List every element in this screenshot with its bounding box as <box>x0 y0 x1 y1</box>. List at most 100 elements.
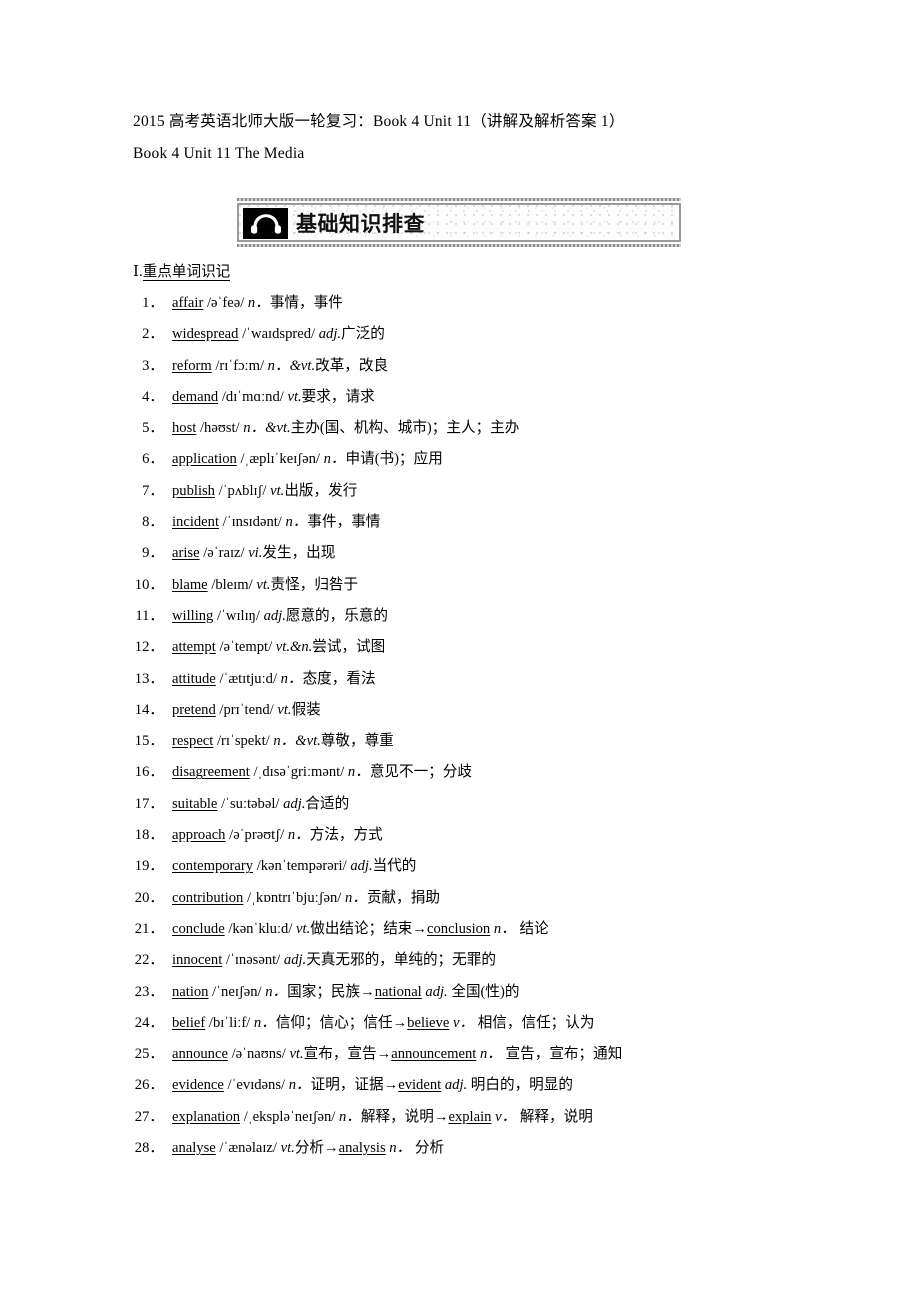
entry-part-of-speech: n． <box>287 827 310 844</box>
entry-body: nation /ˈneɪʃən/ n．国家；民族→national adj. 全… <box>172 977 519 1008</box>
vocabulary-entry: 22． innocent /ˈɪnəsənt/ adj.天真无邪的，单纯的；无罪的 <box>0 945 920 976</box>
vocabulary-entry: 15． respect /rɪˈspekt/ n．&vt.尊敬，尊重 <box>0 726 920 757</box>
entry-body: suitable /ˈsuːtəbəl/ adj.合适的 <box>172 789 349 820</box>
entry-meaning: 尊敬，尊重 <box>320 733 394 750</box>
entry-part-of-speech: vt. <box>270 482 285 499</box>
entry-number: 1． <box>142 295 164 311</box>
entry-number: 25． <box>134 1046 164 1063</box>
entry-word: attitude <box>172 670 216 687</box>
entry-number: 28． <box>134 1140 164 1157</box>
entry-meaning: 信仰；信心；信任 <box>275 1014 393 1031</box>
derived-word: analysis <box>338 1140 386 1157</box>
derived-word: believe <box>407 1014 450 1031</box>
entry-meaning: 要求，请求 <box>301 388 375 405</box>
entry-meaning: 天真无邪的，单纯的；无罪的 <box>306 952 496 969</box>
entry-part-of-speech: n． <box>247 295 270 311</box>
entry-body: host /həʊst/ n．&vt.主办(国、机构、城市)；主人；主办 <box>172 413 519 444</box>
entry-meaning: 国家；民族 <box>287 983 361 1000</box>
vocabulary-entry: 6． application /ˌæplɪˈkeɪʃən/ n．申请(书)；应用 <box>0 444 920 475</box>
entry-number: 26． <box>134 1077 164 1094</box>
entry-body: conclude /kənˈkluːd/ vt.做出结论；结束→conclusi… <box>172 914 549 945</box>
derived-word: national <box>374 983 422 1000</box>
entry-word: evidence <box>172 1077 224 1094</box>
entry-phonetic: /kənˈtempərəri/ <box>256 858 347 875</box>
entry-part-of-speech: n．&vt. <box>243 420 291 437</box>
derived-part-of-speech: n． <box>479 1046 502 1063</box>
entry-body: attitude /ˈætɪtjuːd/ n．态度，看法 <box>172 664 376 695</box>
entry-meaning: 主办(国、机构、城市)；主人；主办 <box>290 420 520 437</box>
derived-word: explain <box>448 1108 492 1125</box>
vocabulary-entry: 1． affair /əˈfeə/ n．事情，事件 <box>0 288 920 319</box>
derivation-arrow-icon: → <box>412 920 427 937</box>
section-heading: Ⅰ.重点单词识记 <box>133 262 231 282</box>
entry-word: announce <box>172 1046 228 1063</box>
entry-phonetic: /ˈɪnəsənt/ <box>225 952 281 969</box>
entry-body: attempt /əˈtempt/ vt.&n.尝试，试图 <box>172 632 385 663</box>
entry-part-of-speech: adj. <box>318 326 342 343</box>
entry-phonetic: /ˈsuːtəbəl/ <box>221 795 280 812</box>
entry-word: willing <box>172 607 214 624</box>
entry-number: 23． <box>134 983 164 1000</box>
entry-part-of-speech: adj. <box>283 952 307 969</box>
entry-body: analyse /ˈænəlaɪz/ vt.分析→analysis n． 分析 <box>172 1133 444 1164</box>
entry-number: 4． <box>142 388 164 405</box>
entry-number: 10． <box>134 576 164 593</box>
entry-meaning: 愿意的，乐意的 <box>285 607 389 624</box>
entry-part-of-speech: n． <box>323 451 346 468</box>
entry-body: affair /əˈfeə/ n．事情，事件 <box>172 288 343 319</box>
vocabulary-entry: 27． explanation /ˌekspləˈneɪʃən/ n．解释，说明→… <box>0 1102 920 1133</box>
vocabulary-entry: 24． belief /bɪˈliːf/ n．信仰；信心；信任→believe v… <box>0 1008 920 1039</box>
derived-meaning: 宣告，宣布；通知 <box>505 1046 623 1063</box>
vocabulary-entry: 13． attitude /ˈætɪtjuːd/ n．态度，看法 <box>0 664 920 695</box>
entry-phonetic: /ˌekspləˈneɪʃən/ <box>243 1108 336 1125</box>
entry-phonetic: /ˈɪnsɪdənt/ <box>222 514 282 531</box>
section-banner: 基础知识排查 <box>237 203 681 242</box>
entry-meaning: 改革，改良 <box>315 357 389 374</box>
derived-part-of-speech: adj. <box>444 1077 468 1094</box>
entry-phonetic: /əˈfeə/ <box>206 295 245 311</box>
entry-phonetic: /əˈtempt/ <box>219 639 273 656</box>
headphones-icon <box>243 208 288 239</box>
vocabulary-entry: 26． evidence /ˈevɪdəns/ n．证明，证据→evident a… <box>0 1070 920 1101</box>
derived-word: conclusion <box>427 920 491 937</box>
entry-phonetic: /ˈwɪlɪŋ/ <box>217 607 260 624</box>
vocabulary-entry: 28． analyse /ˈænəlaɪz/ vt.分析→analysis n． … <box>0 1133 920 1164</box>
entry-word: demand <box>172 388 219 405</box>
entry-word: attempt <box>172 639 216 656</box>
entry-word: nation <box>172 983 209 1000</box>
entry-number: 19． <box>134 858 164 875</box>
entry-phonetic: /ˌæplɪˈkeɪʃən/ <box>240 451 320 468</box>
derivation-arrow-icon: → <box>433 1108 449 1125</box>
entry-word: explanation <box>172 1108 241 1125</box>
entry-number: 20． <box>134 889 164 906</box>
entry-body: contribution /ˌkɒntrɪˈbjuːʃən/ n．贡献，捐助 <box>172 883 440 914</box>
entry-meaning: 解释，说明 <box>360 1108 434 1125</box>
entry-body: demand /dɪˈmɑːnd/ vt.要求，请求 <box>172 382 375 413</box>
entry-part-of-speech: vt. <box>277 701 292 718</box>
entry-phonetic: /prɪˈtend/ <box>219 701 274 718</box>
vocabulary-entry: 4． demand /dɪˈmɑːnd/ vt.要求，请求 <box>0 382 920 413</box>
entry-body: belief /bɪˈliːf/ n．信仰；信心；信任→believe v． 相… <box>172 1008 594 1039</box>
entry-number: 22． <box>134 952 164 969</box>
entry-meaning: 做出结论；结束 <box>310 920 413 937</box>
entry-phonetic: /ˌdɪsəˈgriːmənt/ <box>253 764 345 781</box>
entry-number: 21． <box>134 920 164 937</box>
entry-number: 14． <box>134 701 164 718</box>
entry-meaning: 证明，证据 <box>310 1077 384 1094</box>
entry-meaning: 事件，事情 <box>307 514 381 531</box>
entry-part-of-speech: n．&vt. <box>273 733 321 750</box>
entry-part-of-speech: vt. <box>289 1046 304 1063</box>
entry-meaning: 申请(书)；应用 <box>345 451 443 468</box>
banner-title: 基础知识排查 <box>296 212 425 236</box>
entry-meaning: 合适的 <box>305 795 350 812</box>
document-page: 2015 高考英语北师大版一轮复习：Book 4 Unit 11（讲解及解析答案… <box>0 0 920 1302</box>
derived-part-of-speech: v． <box>452 1014 475 1031</box>
entry-number: 16． <box>134 764 164 781</box>
entry-meaning: 态度，看法 <box>302 670 376 687</box>
entry-number: 12． <box>134 639 164 656</box>
entry-number: 17． <box>134 795 164 812</box>
entry-part-of-speech: n． <box>345 889 367 906</box>
entry-meaning: 发生，出现 <box>262 545 336 562</box>
entry-phonetic: /dɪˈmɑːnd/ <box>221 388 284 405</box>
entry-number: 11． <box>135 607 164 624</box>
